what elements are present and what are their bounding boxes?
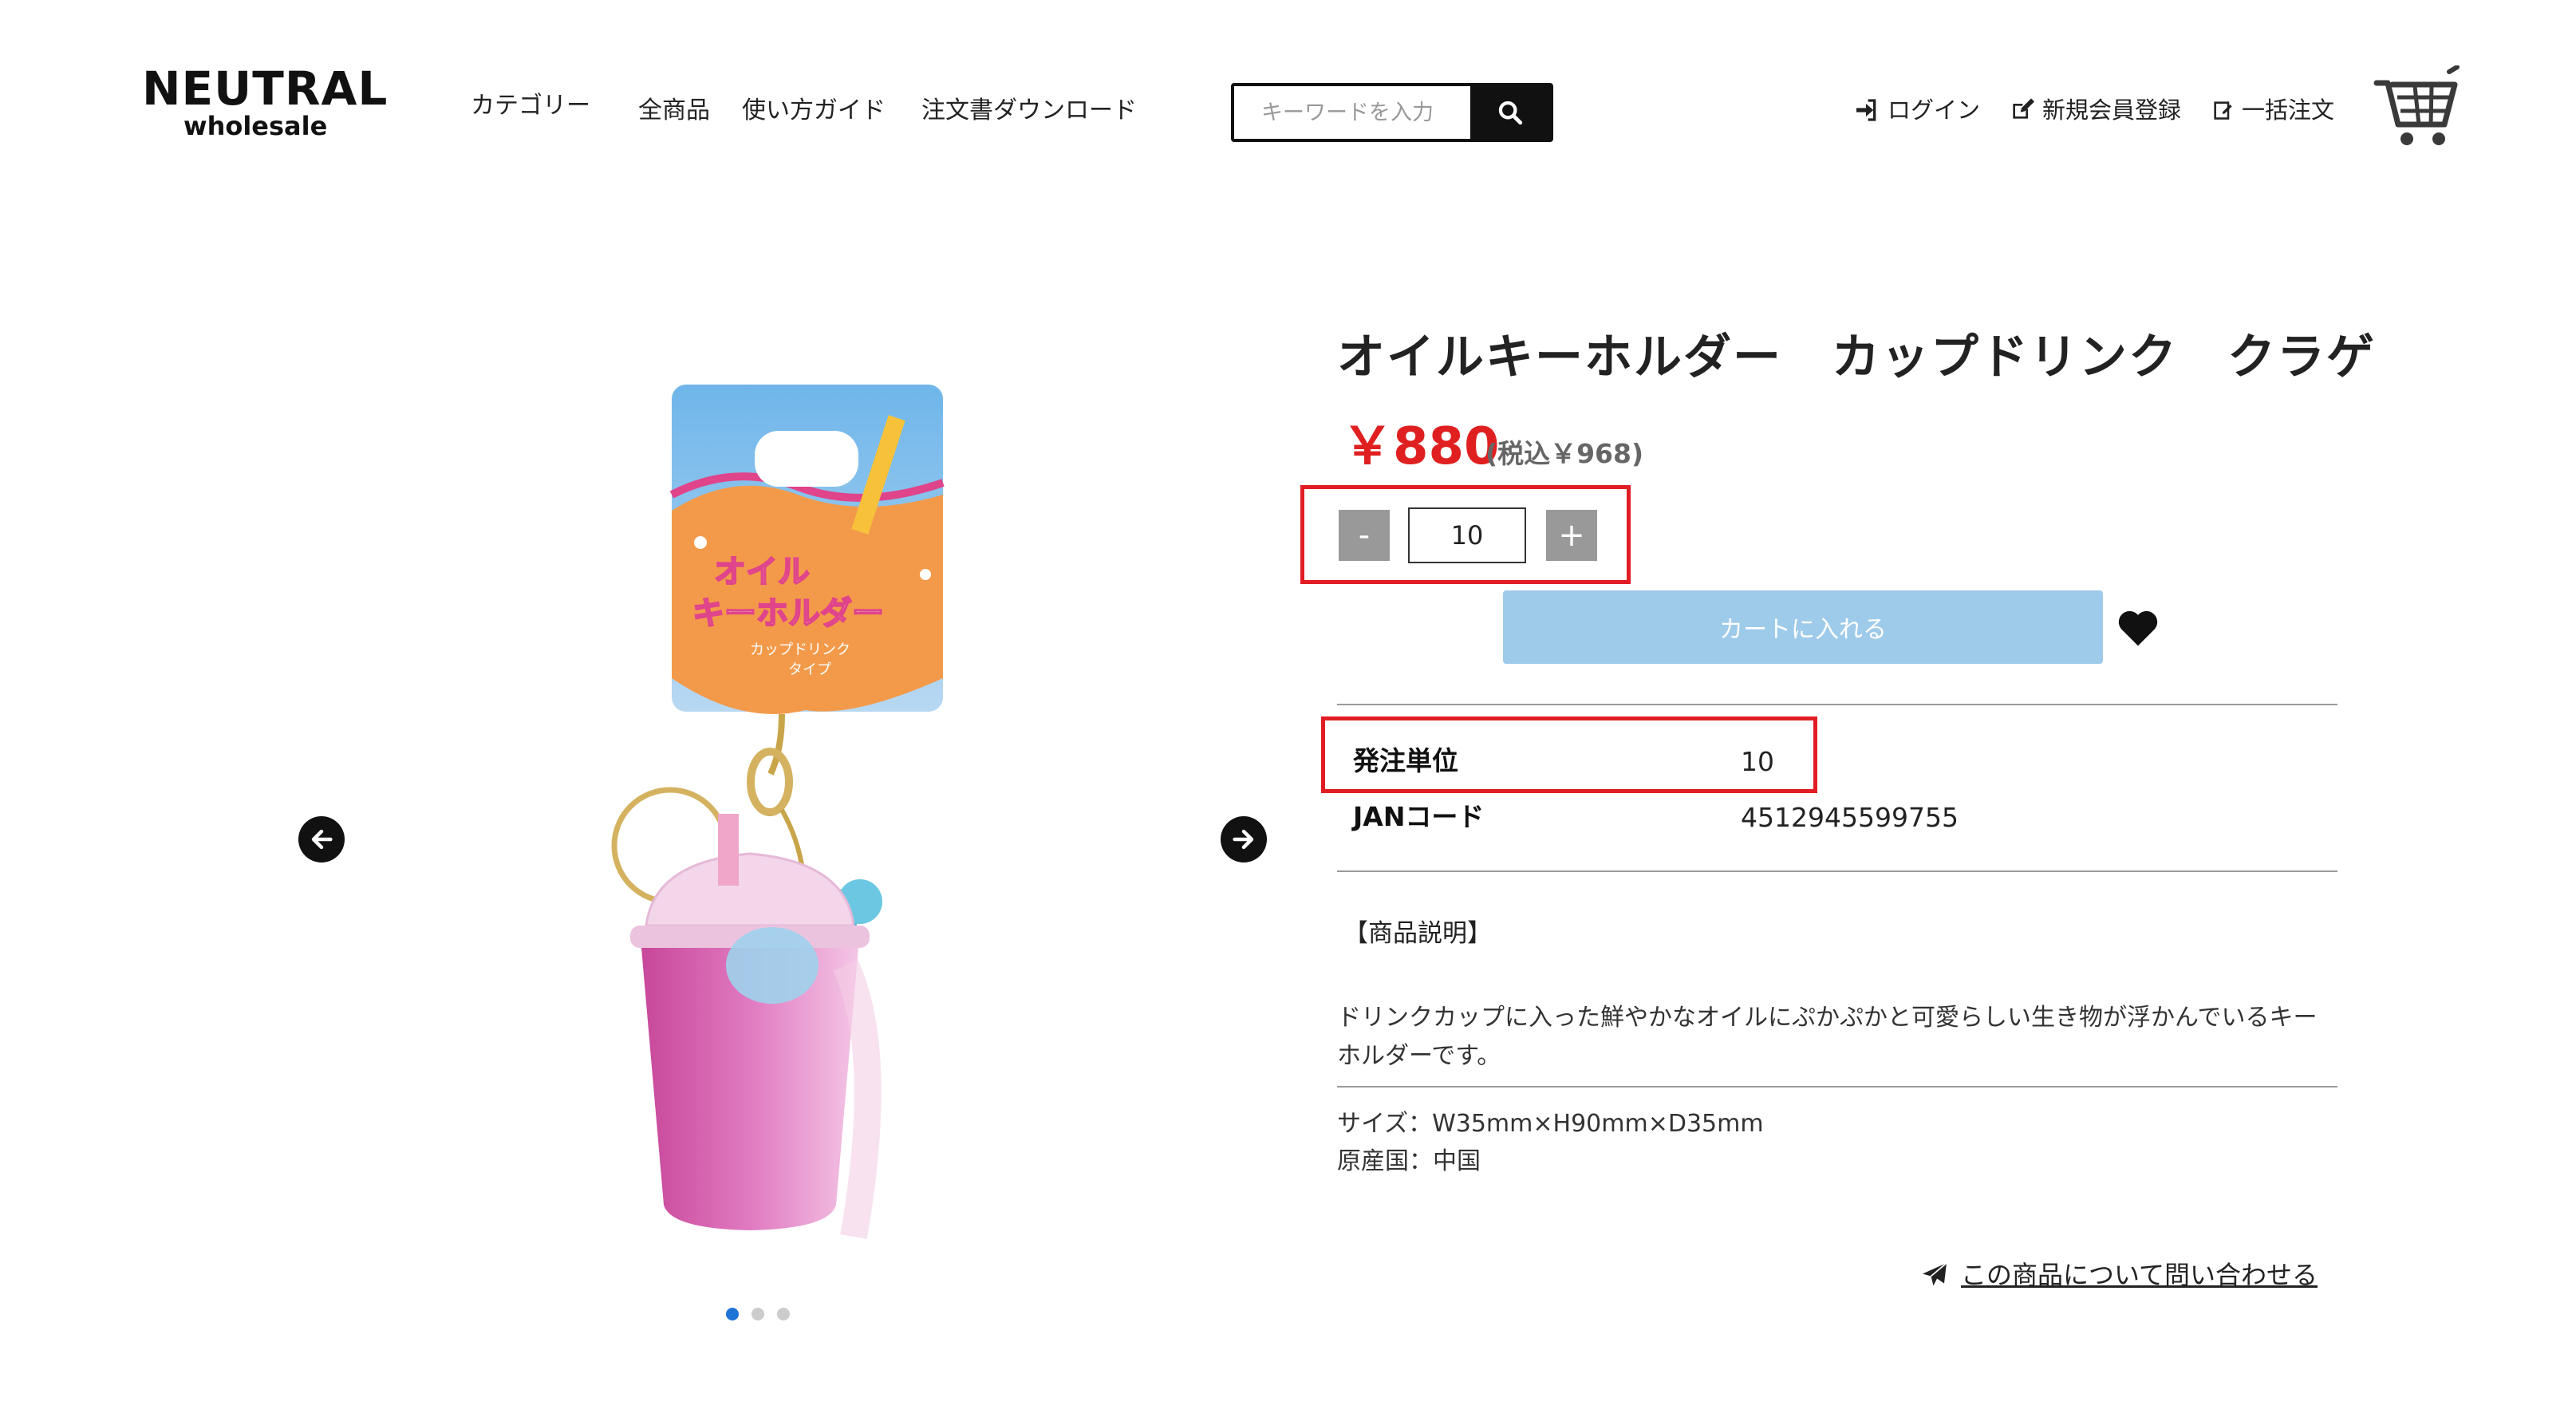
search-input[interactable] (1234, 86, 1488, 139)
nav-categories[interactable]: カテゴリー (471, 94, 590, 118)
login-icon (1856, 99, 1876, 121)
paper-plane-icon (1923, 1262, 1947, 1286)
register-link[interactable]: 新規会員登録 (2009, 97, 2181, 123)
spec-label-jan-code: JANコード (1353, 801, 1485, 832)
product-title: オイルキーホルダー カップドリンク クラゲ (1337, 330, 2376, 385)
card-text-line3: カップドリンク (750, 641, 850, 658)
carousel-dot-3[interactable] (777, 1308, 790, 1320)
spec-bottom-divider (1337, 870, 2337, 872)
card-text-line2: キーホルダー (692, 595, 884, 632)
search-bar (1231, 83, 1553, 142)
spec-top-divider (1337, 704, 2337, 705)
login-label: ログイン (1888, 96, 1981, 124)
spec-value-order-unit: 10 (1741, 746, 1774, 777)
quantity-minus-button[interactable]: - (1339, 510, 1390, 561)
carousel-dot-1[interactable] (726, 1308, 739, 1320)
search-icon (1498, 101, 1523, 125)
clipboard-icon (2214, 101, 2232, 120)
product-price: ￥880 (1342, 417, 1500, 476)
product-inquiry-label: この商品について問い合わせる (1961, 1260, 2318, 1290)
register-label: 新規会員登録 (2042, 96, 2182, 124)
cart-icon[interactable] (2373, 65, 2461, 149)
spec-value-jan-code: 4512945599755 (1741, 802, 1959, 833)
card-text-line4: タイプ (788, 661, 831, 678)
carousel-dot-2[interactable] (751, 1308, 764, 1320)
spec-label-order-unit: 発注単位 (1353, 745, 1458, 776)
login-link[interactable]: ログイン (1852, 97, 1980, 123)
quantity-plus-button[interactable]: + (1546, 510, 1597, 561)
product-size: サイズ：W35mm×H90mm×D35mm (1337, 1110, 1764, 1138)
product-description: ドリンクカップに入った鮮やかなオイルにぷかぷかと可愛らしい生き物が浮かんでいるキ… (1337, 1004, 2318, 1070)
quantity-input[interactable] (1408, 507, 1526, 563)
product-inquiry-link[interactable]: この商品について問い合わせる (1919, 1261, 2318, 1289)
nav-order-form-download[interactable]: 注文書ダウンロード (921, 99, 1137, 123)
carousel-next-arrow-icon[interactable] (1221, 816, 1267, 862)
carousel-prev-arrow-icon[interactable] (298, 816, 345, 862)
description-title: 【商品説明】 (1343, 919, 1492, 948)
nav-all-products[interactable]: 全商品 (638, 99, 710, 123)
logo-main[interactable]: NEUTRAL (142, 65, 388, 112)
description-divider (1337, 1086, 2337, 1088)
add-to-cart-button[interactable]: カートに入れる (1503, 590, 2103, 664)
bulk-order-label: 一括注文 (2242, 96, 2335, 124)
product-origin: 原産国：中国 (1337, 1147, 1481, 1175)
product-image: オイル キーホルダー カップドリンク タイプ (582, 375, 973, 1261)
card-text-line1: オイル (714, 554, 810, 590)
bulk-order-link[interactable]: 一括注文 (2211, 97, 2334, 123)
search-button[interactable] (1470, 86, 1550, 139)
logo-sub[interactable]: wholesale (183, 113, 327, 139)
edit-icon (2013, 98, 2034, 119)
product-tax-price: (税込￥968) (1485, 438, 1644, 469)
heart-icon[interactable] (2116, 606, 2160, 648)
nav-usage-guide[interactable]: 使い方ガイド (742, 99, 886, 123)
